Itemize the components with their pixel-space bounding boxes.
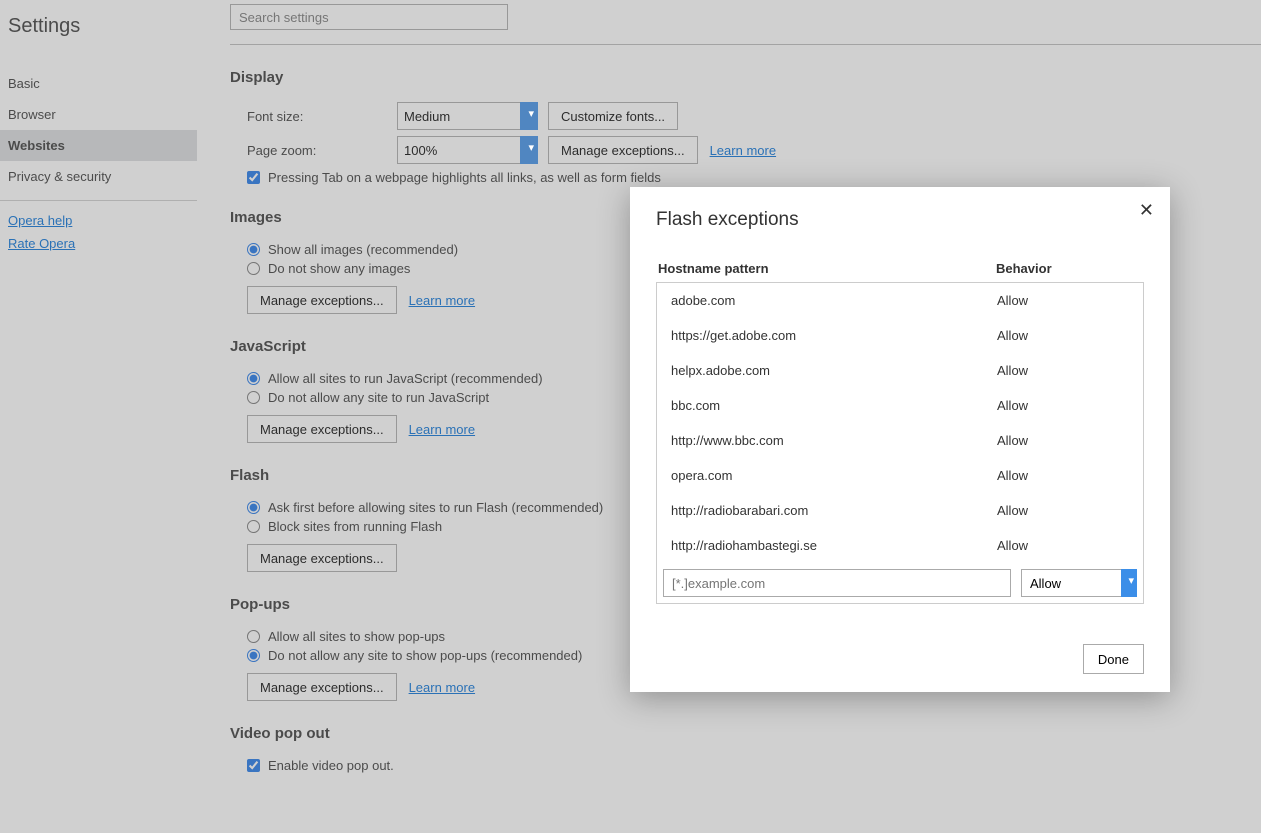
hostname-cell: opera.com: [671, 468, 997, 483]
table-row[interactable]: opera.comAllow: [657, 458, 1143, 493]
hostname-cell: http://radiobarabari.com: [671, 503, 997, 518]
table-row[interactable]: http://www.bbc.comAllow: [657, 423, 1143, 458]
hostname-cell: http://radiohambastegi.se: [671, 538, 997, 553]
hostname-cell: adobe.com: [671, 293, 997, 308]
column-hostname-header: Hostname pattern: [656, 261, 996, 276]
behavior-cell: Allow: [997, 503, 1129, 518]
exceptions-table: adobe.comAllowhttps://get.adobe.comAllow…: [656, 282, 1144, 604]
close-icon[interactable]: ✕: [1139, 201, 1154, 219]
behavior-cell: Allow: [997, 433, 1129, 448]
table-row[interactable]: http://radiobarabari.comAllow: [657, 493, 1143, 528]
column-behavior-header: Behavior: [996, 261, 1144, 276]
behavior-cell: Allow: [997, 398, 1129, 413]
hostname-input[interactable]: [663, 569, 1011, 597]
table-row[interactable]: http://radiohambastegi.seAllow: [657, 528, 1143, 563]
behavior-cell: Allow: [997, 363, 1129, 378]
behavior-cell: Allow: [997, 293, 1129, 308]
table-row[interactable]: bbc.comAllow: [657, 388, 1143, 423]
hostname-cell: https://get.adobe.com: [671, 328, 997, 343]
dialog-title: Flash exceptions: [656, 209, 1144, 231]
done-button[interactable]: Done: [1083, 644, 1144, 674]
table-row[interactable]: https://get.adobe.comAllow: [657, 318, 1143, 353]
hostname-cell: http://www.bbc.com: [671, 433, 997, 448]
hostname-cell: helpx.adobe.com: [671, 363, 997, 378]
table-row[interactable]: helpx.adobe.comAllow: [657, 353, 1143, 388]
behavior-cell: Allow: [997, 468, 1129, 483]
flash-exceptions-dialog: Flash exceptions ✕ Hostname pattern Beha…: [630, 187, 1170, 692]
behavior-cell: Allow: [997, 328, 1129, 343]
hostname-cell: bbc.com: [671, 398, 997, 413]
behavior-cell: Allow: [997, 538, 1129, 553]
table-row[interactable]: adobe.comAllow: [657, 283, 1143, 318]
behavior-select[interactable]: Allow: [1021, 569, 1137, 597]
